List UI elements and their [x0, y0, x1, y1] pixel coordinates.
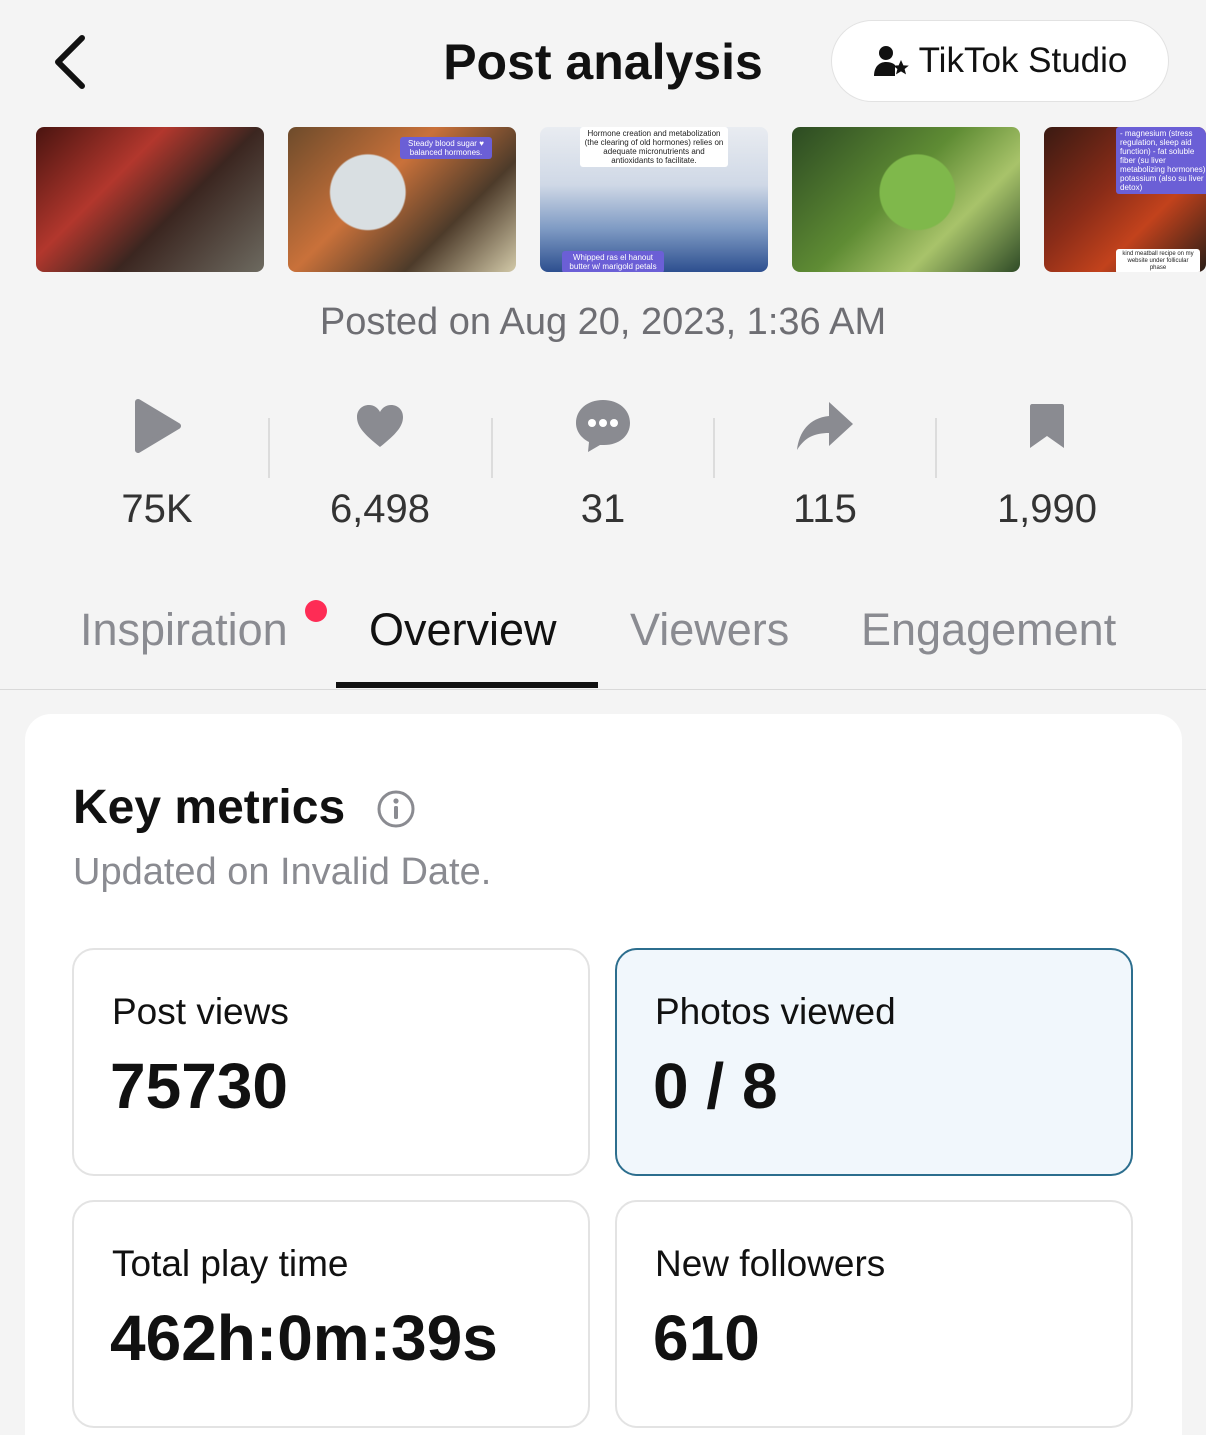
metric-value: 610	[653, 1302, 760, 1374]
photo-thumbnail-1[interactable]	[36, 127, 264, 272]
metric-value: 462h:0m:39s	[110, 1302, 498, 1374]
tab-overview[interactable]: Overview	[369, 594, 557, 666]
metric-photos-viewed[interactable]: Photos viewed 0 / 8	[615, 948, 1133, 1176]
metric-value: 0 / 8	[653, 1050, 778, 1122]
share-arrow-icon	[797, 402, 853, 450]
tab-engagement[interactable]: Engagement	[861, 594, 1116, 666]
thumbnail-caption-secondary: kind meatball recipe on my website under…	[1116, 249, 1200, 272]
tiktok-studio-button[interactable]: TikTok Studio	[831, 20, 1169, 102]
stat-comments[interactable]: 31	[492, 390, 714, 540]
likes-count: 6,498	[329, 487, 431, 531]
metric-label: Photos viewed	[655, 991, 896, 1032]
stat-views[interactable]: 75K	[46, 390, 268, 540]
metric-label: New followers	[655, 1243, 886, 1284]
saves-count: 1,990	[996, 487, 1098, 531]
metric-total-play-time[interactable]: Total play time 462h:0m:39s	[72, 1200, 590, 1428]
photo-thumbnail-4[interactable]	[792, 127, 1020, 272]
photo-thumbnail-5[interactable]: - magnesium (stress regulation, sleep ai…	[1044, 127, 1206, 272]
metric-value: 75730	[110, 1050, 288, 1122]
key-metrics-card: Key metrics Updated on Invalid Date. Pos…	[25, 714, 1182, 1435]
key-metrics-title: Key metrics	[73, 781, 346, 834]
key-metrics-updated: Updated on Invalid Date.	[73, 851, 492, 893]
notification-dot	[305, 600, 327, 622]
thumbnail-caption: Steady blood sugar ♥ balanced hormones.	[400, 137, 492, 159]
stat-saves[interactable]: 1,990	[936, 390, 1158, 540]
metric-new-followers[interactable]: New followers 610	[615, 1200, 1133, 1428]
tab-inspiration[interactable]: Inspiration	[80, 594, 288, 666]
info-icon[interactable]	[375, 788, 417, 830]
shares-count: 115	[793, 487, 857, 531]
creator-star-icon	[873, 46, 909, 76]
comments-count: 31	[580, 487, 626, 531]
tab-viewers[interactable]: Viewers	[630, 594, 789, 666]
photo-thumbnail-strip: Steady blood sugar ♥ balanced hormones. …	[36, 127, 1206, 272]
top-bar: Post analysis TikTok Studio	[0, 0, 1206, 120]
thumbnail-caption: - magnesium (stress regulation, sleep ai…	[1116, 127, 1206, 194]
metric-label: Total play time	[112, 1243, 349, 1284]
views-count: 75K	[121, 487, 193, 531]
play-icon	[135, 399, 181, 453]
posted-date: Posted on Aug 20, 2023, 1:36 AM	[319, 301, 887, 343]
metric-post-views[interactable]: Post views 75730	[72, 948, 590, 1176]
comment-icon	[576, 400, 630, 452]
analysis-tabs: Inspiration Overview Viewers Engagement	[0, 594, 1206, 690]
photo-thumbnail-2[interactable]: Steady blood sugar ♥ balanced hormones.	[288, 127, 516, 272]
active-tab-indicator	[336, 682, 598, 688]
stat-likes[interactable]: 6,498	[269, 390, 491, 540]
heart-icon	[357, 405, 403, 447]
thumbnail-caption-secondary: Whipped ras el hanout butter w/ marigold…	[562, 251, 664, 272]
bookmark-icon	[1030, 404, 1064, 448]
tiktok-studio-label: TikTok Studio	[918, 41, 1128, 80]
engagement-stats-row: 75K 6,498 31 115 1,990	[46, 390, 1160, 540]
photo-thumbnail-3[interactable]: Hormone creation and metabolization (the…	[540, 127, 768, 272]
thumbnail-caption: Hormone creation and metabolization (the…	[580, 127, 728, 167]
stat-shares[interactable]: 115	[714, 390, 936, 540]
metric-label: Post views	[112, 991, 289, 1032]
